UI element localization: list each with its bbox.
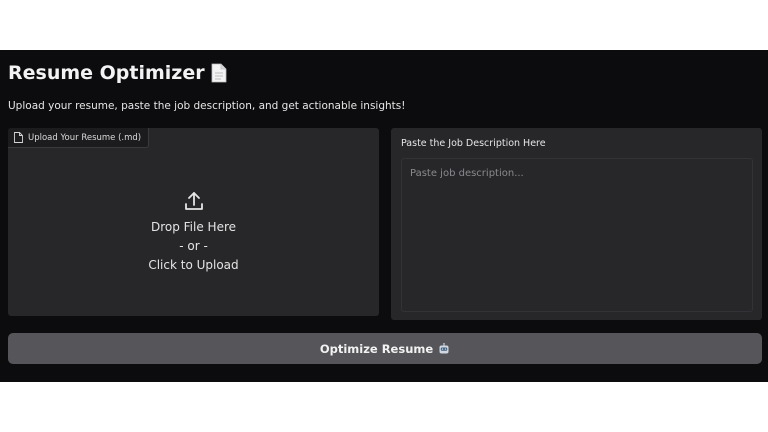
upload-label-text: Upload Your Resume (.md) — [28, 132, 142, 143]
drop-file-text: Drop File Here — [150, 219, 237, 234]
job-description-input[interactable] — [401, 158, 753, 312]
page-title: Resume Optimizer — [8, 62, 227, 84]
file-icon — [14, 132, 23, 143]
robot-icon — [438, 342, 450, 355]
resume-upload-panel: Upload Your Resume (.md) Drop File Here … — [8, 128, 379, 316]
page-document-icon — [211, 63, 227, 83]
upload-label-tab: Upload Your Resume (.md) — [8, 128, 150, 148]
app-container: Resume Optimizer Upload your resume, pas… — [0, 50, 768, 382]
click-to-upload-text: Click to Upload — [148, 257, 239, 272]
optimize-resume-button[interactable]: Optimize Resume — [8, 333, 762, 364]
or-separator-text: - or - — [179, 238, 208, 253]
page-title-text: Resume Optimizer — [8, 62, 205, 84]
job-description-label: Paste the Job Description Here — [401, 138, 546, 149]
upload-arrow-icon — [183, 190, 205, 212]
optimize-resume-label: Optimize Resume — [319, 341, 434, 356]
page-subtitle: Upload your resume, paste the job descri… — [8, 100, 406, 112]
file-dropzone[interactable]: Drop File Here - or - Click to Upload — [8, 148, 379, 316]
job-description-panel: Paste the Job Description Here — [391, 128, 762, 320]
